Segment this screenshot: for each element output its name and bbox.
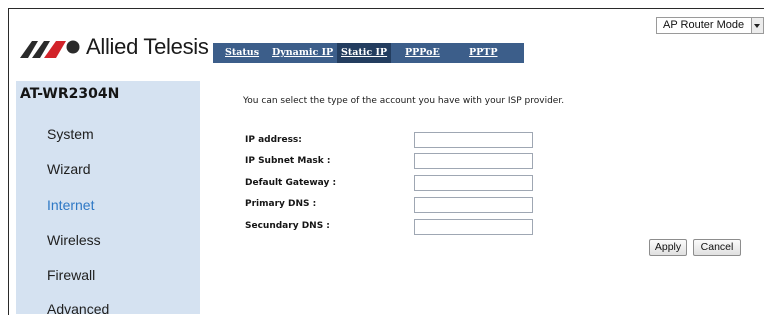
brand-name: Allied Telesis [86,34,209,59]
sidebar-item-system[interactable]: System [47,126,94,142]
tab-pppoe[interactable]: PPPoE [405,43,440,63]
secondary-dns-input[interactable] [414,219,533,235]
primary-dns-input[interactable] [414,197,533,213]
subnet-mask-input[interactable] [414,153,533,169]
logo-mark-icon [20,40,80,58]
apply-button[interactable]: Apply [649,239,687,256]
default-gateway-label: Default Gateway : [245,178,337,188]
cancel-button[interactable]: Cancel [693,239,741,256]
sidebar-item-wireless[interactable]: Wireless [47,232,101,248]
device-model: AT-WR2304N [20,86,120,102]
sidebar-item-advanced[interactable]: Advanced [47,301,109,317]
internet-tabs: Status Dynamic IP Static IP PPPoE PPTP [213,43,524,63]
sidebar-item-firewall[interactable]: Firewall [47,267,95,283]
sidebar-item-internet[interactable]: Internet [47,197,94,213]
primary-dns-label: Primary DNS : [245,199,317,209]
subnet-mask-label: IP Subnet Mask : [245,156,331,166]
ip-address-input[interactable] [414,132,533,148]
tab-static-ip[interactable]: Static IP [337,43,392,63]
operation-mode-select[interactable]: AP Router Mode [656,17,764,34]
sidebar [16,81,200,314]
tab-status[interactable]: Status [225,43,259,63]
intro-text: You can select the type of the account y… [243,96,565,106]
chevron-down-icon[interactable] [751,18,763,33]
sidebar-item-wizard[interactable]: Wizard [47,161,91,177]
default-gateway-input[interactable] [414,175,533,191]
ip-address-label: IP address: [245,135,302,145]
tab-pptp[interactable]: PPTP [469,43,498,63]
tab-dynamic-ip[interactable]: Dynamic IP [272,43,333,63]
operation-mode-value: AP Router Mode [663,19,745,31]
secondary-dns-label: Secundary DNS : [245,221,330,231]
